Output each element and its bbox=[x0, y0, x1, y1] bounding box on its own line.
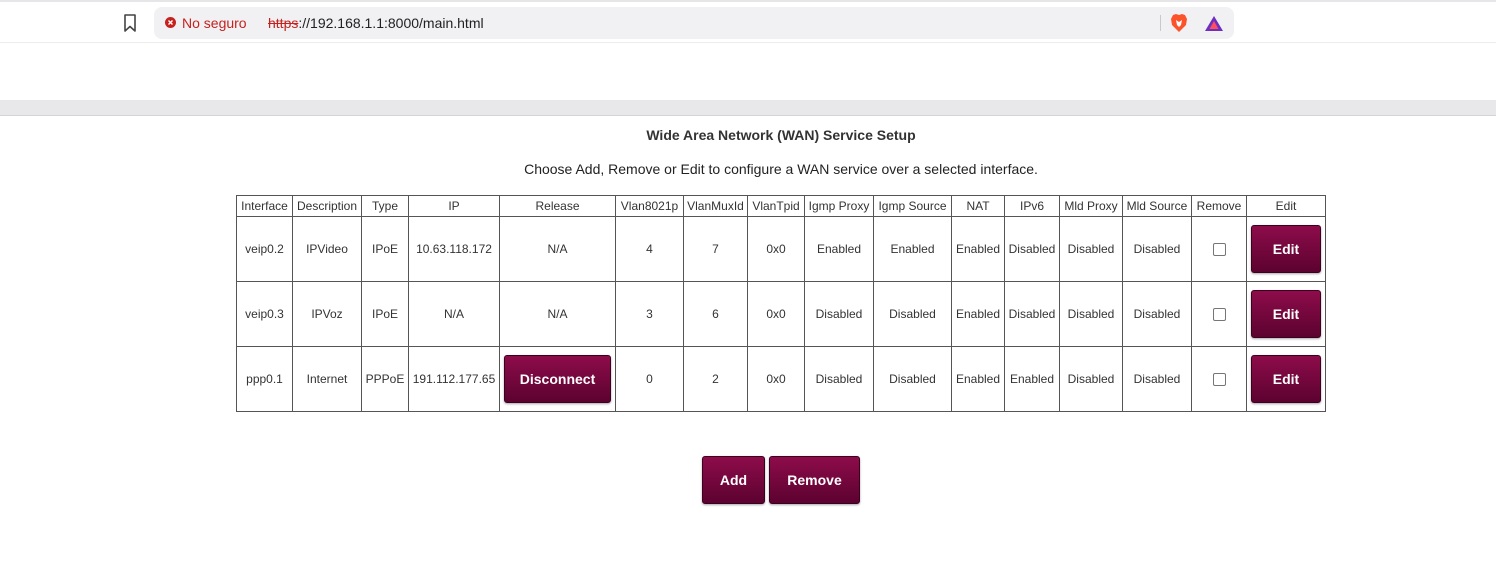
col-header-mld-proxy: Mld Proxy bbox=[1059, 195, 1123, 217]
col-header-interface: Interface bbox=[236, 195, 293, 217]
cell-nat: Enabled bbox=[951, 216, 1005, 282]
col-header-vlan8021p: Vlan8021p bbox=[615, 195, 684, 217]
cell-igmp-source: Disabled bbox=[873, 346, 952, 412]
cell-igmp-proxy: Disabled bbox=[804, 346, 874, 412]
cell-vlan8021p: 0 bbox=[615, 346, 684, 412]
cell-description: Internet bbox=[292, 346, 362, 412]
cell-igmp-source: Disabled bbox=[873, 281, 952, 347]
cell-ipv6: Disabled bbox=[1004, 281, 1060, 347]
bookmark-icon[interactable] bbox=[122, 13, 138, 33]
col-header-ipv6: IPv6 bbox=[1004, 195, 1060, 217]
table-row: ppp0.1 Internet PPPoE 191.112.177.65 Dis… bbox=[236, 346, 1326, 412]
cell-edit: Edit bbox=[1246, 281, 1326, 347]
cell-ipv6: Disabled bbox=[1004, 216, 1060, 282]
cell-remove bbox=[1191, 346, 1247, 412]
url-path: ://192.168.1.1:8000/main.html bbox=[298, 15, 484, 31]
wan-service-table: Interface Description Type IP Release Vl… bbox=[236, 195, 1326, 412]
page-header-band bbox=[0, 100, 1496, 116]
cell-remove bbox=[1191, 216, 1247, 282]
cell-interface: ppp0.1 bbox=[236, 346, 293, 412]
cell-interface: veip0.3 bbox=[236, 281, 293, 347]
url-text[interactable]: https://192.168.1.1:8000/main.html bbox=[268, 15, 484, 31]
cell-ipv6: Enabled bbox=[1004, 346, 1060, 412]
add-button[interactable]: Add bbox=[702, 456, 765, 504]
cell-vlantpid: 0x0 bbox=[747, 346, 805, 412]
table-row: veip0.3 IPVoz IPoE N/A N/A 3 6 0x0 Disab… bbox=[236, 281, 1326, 347]
col-header-remove: Remove bbox=[1191, 195, 1247, 217]
cell-mld-source: Disabled bbox=[1122, 346, 1192, 412]
cell-ip: 191.112.177.65 bbox=[408, 346, 500, 412]
cell-igmp-proxy: Enabled bbox=[804, 216, 874, 282]
page-title: Wide Area Network (WAN) Service Setup bbox=[646, 127, 916, 143]
table-row: veip0.2 IPVideo IPoE 10.63.118.172 N/A 4… bbox=[236, 216, 1326, 282]
url-scheme: https bbox=[268, 15, 299, 31]
address-bar[interactable]: No seguro https://192.168.1.1:8000/main.… bbox=[154, 7, 1234, 39]
cell-interface: veip0.2 bbox=[236, 216, 293, 282]
cell-description: IPVoz bbox=[292, 281, 362, 347]
col-header-type: Type bbox=[361, 195, 409, 217]
security-label[interactable]: No seguro bbox=[182, 15, 247, 31]
cell-vlanmuxid: 6 bbox=[683, 281, 748, 347]
cell-igmp-source: Enabled bbox=[873, 216, 952, 282]
cell-vlanmuxid: 2 bbox=[683, 346, 748, 412]
col-header-igmp-proxy: Igmp Proxy bbox=[804, 195, 874, 217]
cell-edit: Edit bbox=[1246, 346, 1326, 412]
col-header-vlantpid: VlanTpid bbox=[747, 195, 805, 217]
remove-checkbox[interactable] bbox=[1212, 243, 1226, 257]
cell-ip: N/A bbox=[408, 281, 500, 347]
cell-mld-proxy: Disabled bbox=[1059, 216, 1123, 282]
edit-button[interactable]: Edit bbox=[1251, 225, 1321, 273]
cell-type: PPPoE bbox=[361, 346, 409, 412]
cell-igmp-proxy: Disabled bbox=[804, 281, 874, 347]
remove-button[interactable]: Remove bbox=[769, 456, 860, 504]
not-secure-icon[interactable] bbox=[165, 17, 176, 28]
col-header-igmp-source: Igmp Source bbox=[873, 195, 952, 217]
cell-mld-source: Disabled bbox=[1122, 216, 1192, 282]
table-header-row: Interface Description Type IP Release Vl… bbox=[236, 195, 1326, 217]
remove-checkbox[interactable] bbox=[1212, 373, 1226, 387]
cell-nat: Enabled bbox=[951, 281, 1005, 347]
browser-toolbar: No seguro https://192.168.1.1:8000/main.… bbox=[0, 2, 1496, 43]
cell-vlanmuxid: 7 bbox=[683, 216, 748, 282]
edit-button[interactable]: Edit bbox=[1251, 355, 1321, 403]
cell-vlantpid: 0x0 bbox=[747, 216, 805, 282]
cell-vlan8021p: 4 bbox=[615, 216, 684, 282]
cell-description: IPVideo bbox=[292, 216, 362, 282]
cell-ip: 10.63.118.172 bbox=[408, 216, 500, 282]
cell-edit: Edit bbox=[1246, 216, 1326, 282]
disconnect-button[interactable]: Disconnect bbox=[504, 355, 611, 403]
cell-remove bbox=[1191, 281, 1247, 347]
cell-release: Disconnect bbox=[499, 346, 616, 412]
cell-release: N/A bbox=[499, 281, 616, 347]
cell-vlantpid: 0x0 bbox=[747, 281, 805, 347]
cell-nat: Enabled bbox=[951, 346, 1005, 412]
page-subtitle: Choose Add, Remove or Edit to configure … bbox=[524, 161, 1038, 177]
remove-checkbox[interactable] bbox=[1212, 308, 1226, 322]
address-divider bbox=[1160, 15, 1161, 31]
col-header-ip: IP bbox=[408, 195, 500, 217]
cell-release: N/A bbox=[499, 216, 616, 282]
col-header-mld-source: Mld Source bbox=[1122, 195, 1192, 217]
edit-button[interactable]: Edit bbox=[1251, 290, 1321, 338]
col-header-release: Release bbox=[499, 195, 616, 217]
cell-mld-source: Disabled bbox=[1122, 281, 1192, 347]
cell-vlan8021p: 3 bbox=[615, 281, 684, 347]
brave-rewards-icon[interactable] bbox=[1204, 15, 1224, 32]
cell-mld-proxy: Disabled bbox=[1059, 281, 1123, 347]
col-header-nat: NAT bbox=[951, 195, 1005, 217]
cell-type: IPoE bbox=[361, 281, 409, 347]
brave-shields-icon[interactable] bbox=[1170, 13, 1188, 33]
cell-mld-proxy: Disabled bbox=[1059, 346, 1123, 412]
col-header-description: Description bbox=[292, 195, 362, 217]
cell-type: IPoE bbox=[361, 216, 409, 282]
col-header-vlanmuxid: VlanMuxId bbox=[683, 195, 748, 217]
col-header-edit: Edit bbox=[1246, 195, 1326, 217]
